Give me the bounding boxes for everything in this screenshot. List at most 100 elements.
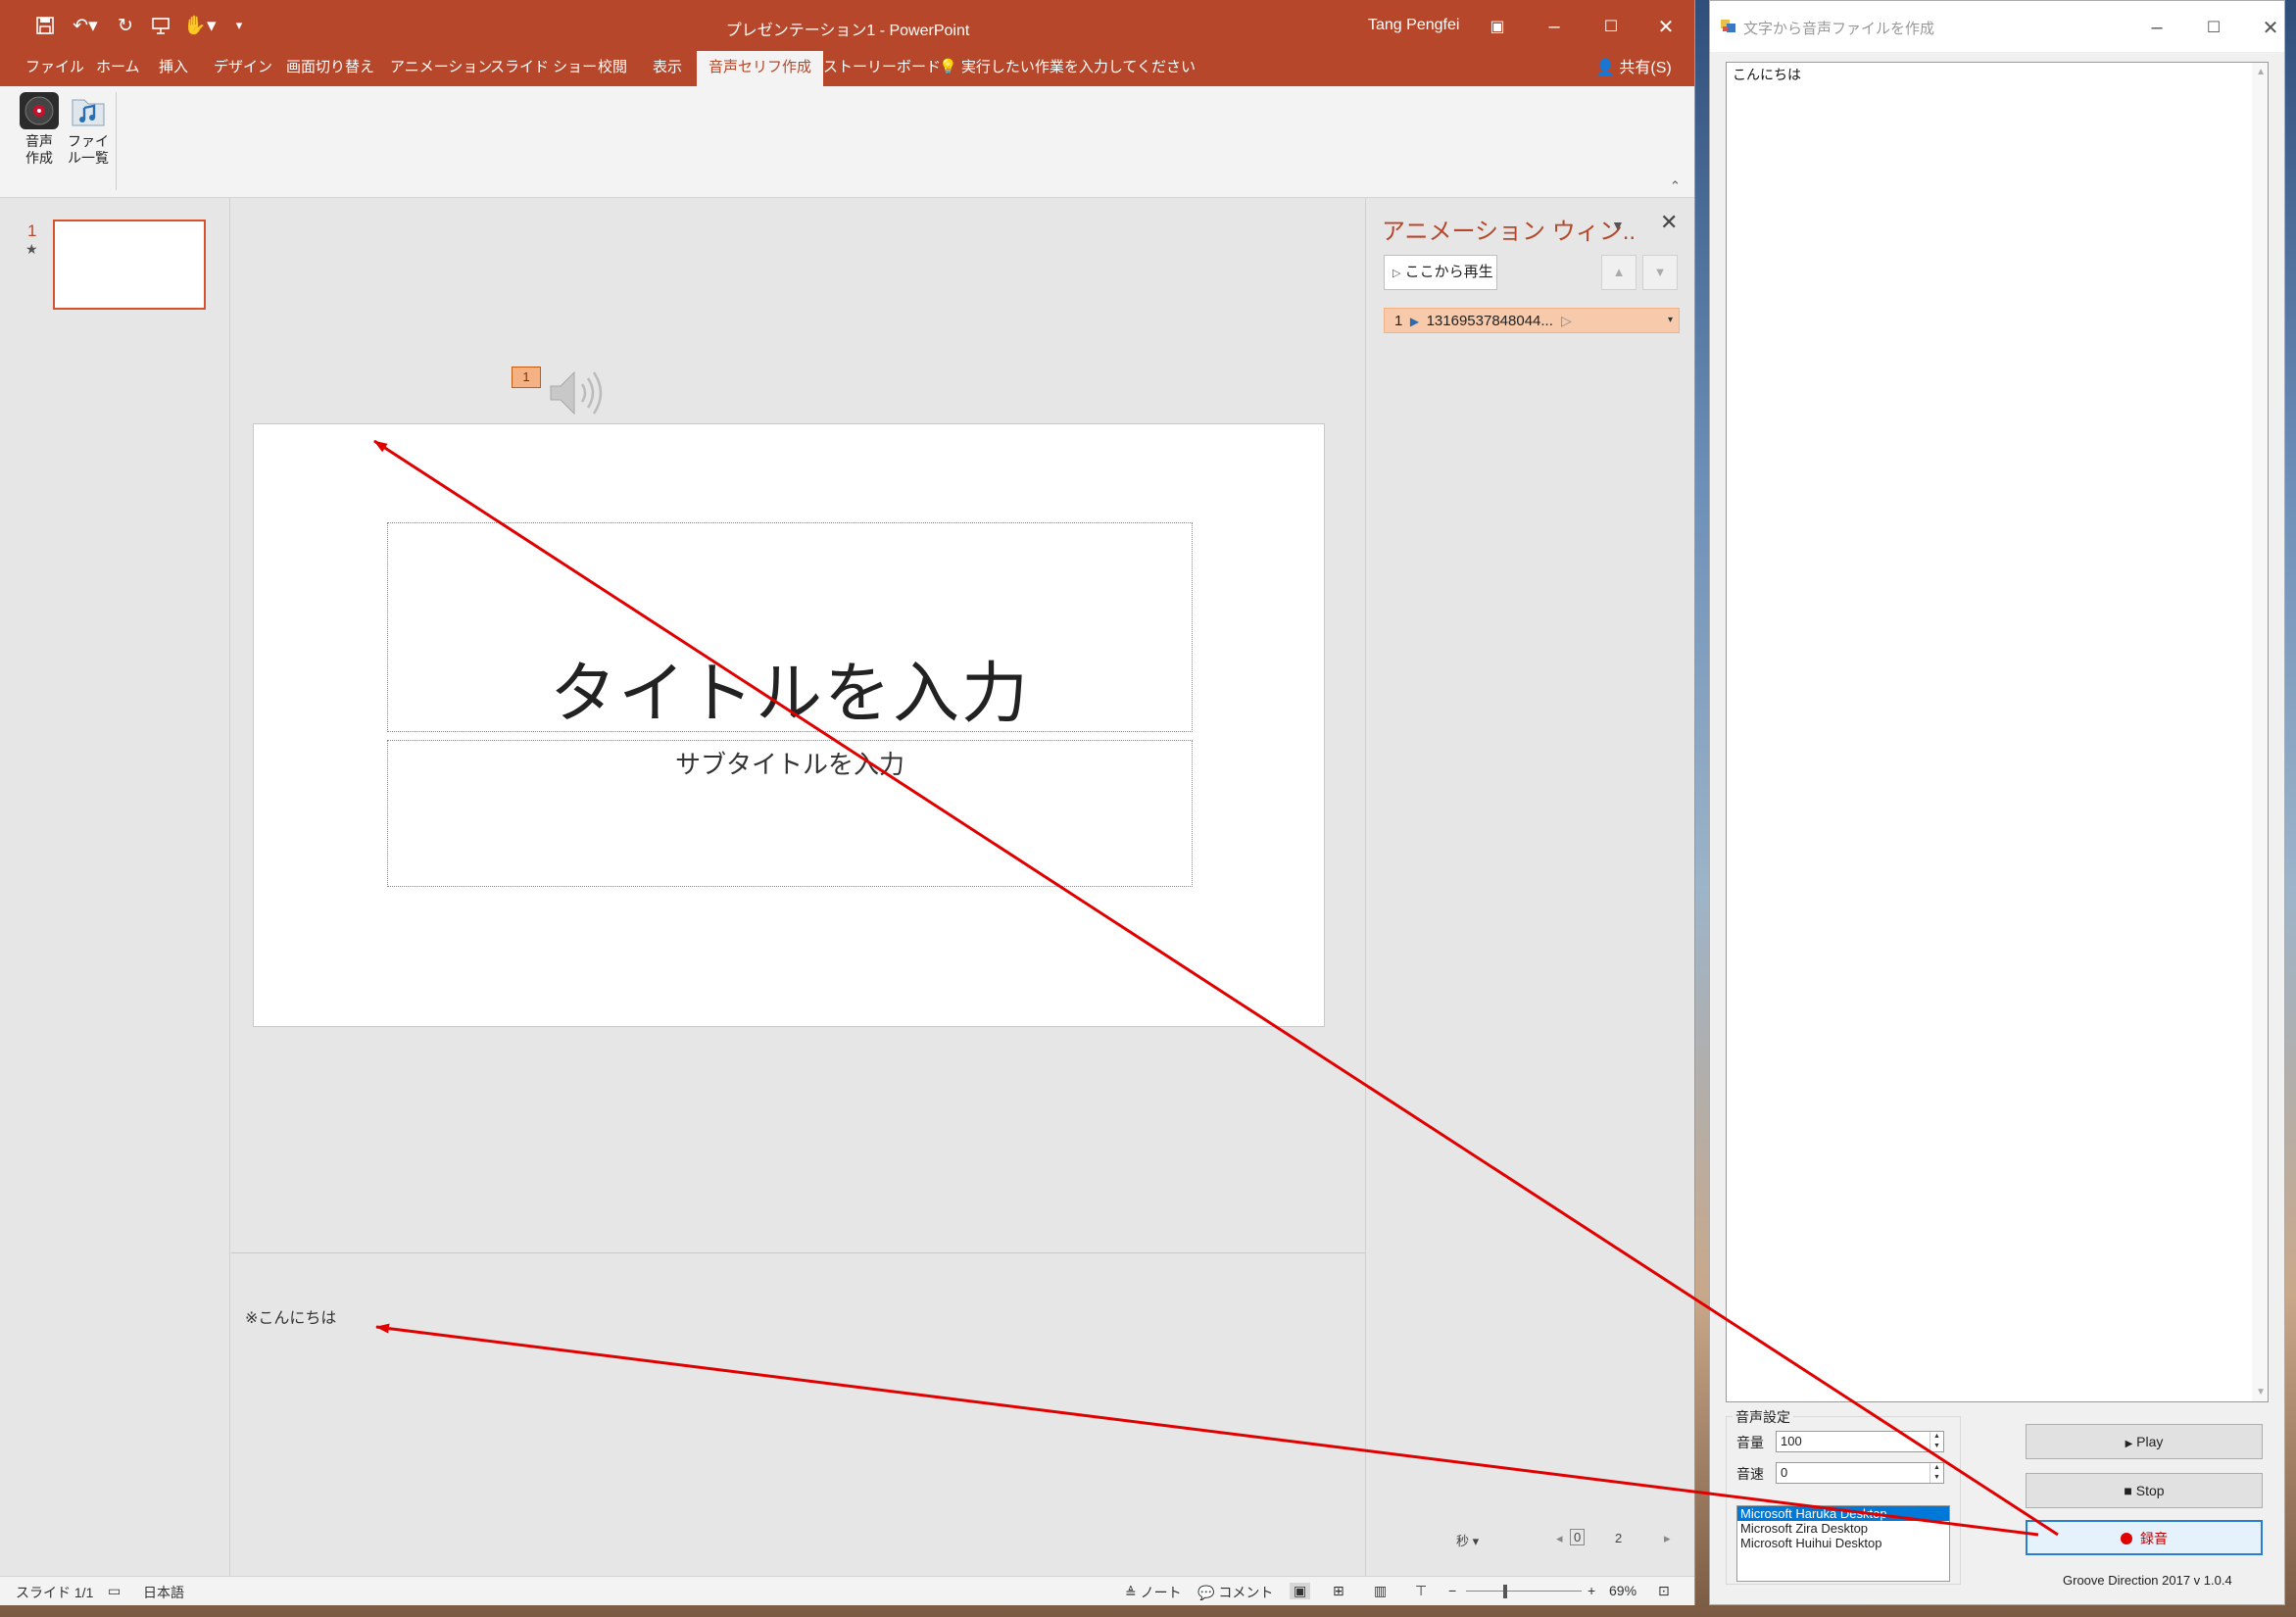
person-icon: 👤 <box>1595 60 1615 76</box>
language-indicator[interactable]: 日本語 <box>143 1583 184 1602</box>
minimize-button[interactable]: – <box>1535 10 1574 43</box>
tab-design[interactable]: デザイン <box>214 51 272 86</box>
tell-me-text: 実行したい作業を入力してください <box>960 59 1196 75</box>
play-button[interactable]: ▶ Play <box>2026 1424 2263 1459</box>
tab-voice-script[interactable]: 音声セリフ作成 <box>697 51 824 86</box>
normal-view-icon[interactable]: ▣ <box>1290 1583 1311 1599</box>
comment-icon: 💬 <box>1197 1585 1215 1600</box>
spellcheck-icon[interactable]: ▭ <box>108 1583 121 1599</box>
close-button[interactable]: ✕ <box>1646 10 1685 43</box>
slide-thumbnail[interactable] <box>53 220 206 310</box>
slide-edit-area: 1 タイトルを入力 サブタイトルを入力 <box>231 198 1365 1252</box>
user-name[interactable]: Tang Pengfei <box>1368 17 1459 34</box>
collapse-ribbon-icon[interactable]: ⌃ <box>1670 178 1681 194</box>
version-label: Groove Direction 2017 v 1.0.4 <box>2063 1573 2232 1588</box>
subtitle-placeholder-text: サブタイトルを入力 <box>674 750 904 779</box>
voice-listbox[interactable]: Microsoft Haruka Desktop Microsoft Zira … <box>1736 1505 1950 1582</box>
maximize-button[interactable]: ☐ <box>1591 10 1631 43</box>
tab-storyboard[interactable]: ストーリーボード <box>823 51 941 86</box>
tab-slideshow[interactable]: スライド ショー <box>490 51 597 86</box>
tab-transitions[interactable]: 画面切り替え <box>286 51 374 86</box>
tab-review[interactable]: 校閲 <box>598 51 627 86</box>
animation-item-name: 13169537848044... <box>1426 313 1553 329</box>
title-placeholder[interactable]: タイトルを入力 <box>387 522 1193 732</box>
timeline-start: 0 <box>1570 1529 1586 1545</box>
subtitle-placeholder[interactable]: サブタイトルを入力 <box>387 740 1193 887</box>
tts-window: 文字から音声ファイルを作成 – ☐ ✕ こんにちは ▲ ▼ 音声設定 音量 10… <box>1709 0 2285 1605</box>
play-label: Play <box>2136 1434 2164 1449</box>
title-placeholder-text: タイトルを入力 <box>549 657 1030 731</box>
record-button[interactable]: 録音 <box>2026 1520 2263 1555</box>
animation-pane-title: アニメーション ウィン.. <box>1382 219 1637 245</box>
notes-toggle[interactable]: ≜ ノート <box>1125 1583 1182 1602</box>
seconds-unit-dropdown[interactable]: 秒 ▾ <box>1456 1531 1479 1549</box>
tab-animations[interactable]: アニメーション <box>390 51 492 86</box>
tts-scrollbar[interactable]: ▲ ▼ <box>2252 63 2268 1401</box>
animation-star-icon: ★ <box>25 241 38 257</box>
zoom-slider-thumb[interactable] <box>1503 1585 1507 1598</box>
speed-stepper[interactable]: 0 ▲ ▼ <box>1776 1462 1944 1484</box>
animation-order-tag[interactable]: 1 <box>512 367 541 388</box>
comments-toggle-label: コメント <box>1218 1585 1274 1600</box>
speed-label: 音速 <box>1736 1466 1764 1482</box>
pane-close-icon[interactable]: ✕ <box>1660 210 1678 235</box>
play-icon: ▶ <box>2125 1439 2133 1449</box>
zoom-out-icon[interactable]: − <box>1448 1583 1456 1598</box>
tts-titlebar: 文字から音声ファイルを作成 – ☐ ✕ <box>1710 1 2284 52</box>
stepper-arrows-icon[interactable]: ▲ ▼ <box>1930 1463 1943 1483</box>
play-icon: ▷ <box>1392 268 1401 279</box>
volume-stepper[interactable]: 100 ▲ ▼ <box>1776 1431 1944 1452</box>
ribbon-display-options-icon[interactable]: ▣ <box>1478 10 1517 43</box>
tell-me-search[interactable]: 💡 実行したい作業を入力してください <box>939 51 1196 86</box>
scroll-right-icon[interactable]: ▸ <box>1664 1531 1671 1546</box>
voice-option[interactable]: Microsoft Haruka Desktop <box>1737 1506 1949 1521</box>
thumbnail-number: 1 <box>27 221 37 240</box>
comments-toggle[interactable]: 💬 コメント <box>1197 1583 1273 1602</box>
move-down-icon[interactable]: ▼ <box>1642 255 1678 290</box>
record-label: 録音 <box>2140 1531 2168 1546</box>
voice-create-button[interactable]: 音声 作成 <box>14 92 65 167</box>
music-folder-icon <box>72 99 105 126</box>
tts-text-input[interactable]: こんにちは ▲ ▼ <box>1726 62 2269 1402</box>
slideshow-view-icon[interactable]: ⊤ <box>1415 1583 1427 1599</box>
tab-insert[interactable]: 挿入 <box>159 51 188 86</box>
voice-option[interactable]: Microsoft Zira Desktop <box>1737 1521 1949 1536</box>
scroll-up-icon[interactable]: ▲ <box>2256 67 2266 77</box>
slide-canvas[interactable]: タイトルを入力 サブタイトルを入力 <box>253 423 1325 1027</box>
tab-home[interactable]: ホーム <box>96 51 140 86</box>
tab-file[interactable]: ファイル <box>25 51 84 86</box>
stepper-arrows-icon[interactable]: ▲ ▼ <box>1930 1432 1943 1451</box>
animation-pane: アニメーション ウィン.. ▼ ✕ ▷ ここから再生 ▲ ▼ 1 ▶ 13169… <box>1365 198 1694 1576</box>
tts-close-button[interactable]: ✕ <box>2251 11 2290 44</box>
slide-sorter-icon[interactable]: ⊞ <box>1333 1583 1344 1599</box>
scroll-down-icon[interactable]: ▼ <box>2256 1387 2266 1397</box>
file-list-button[interactable]: ファイ ル一覧 <box>63 92 114 167</box>
app-icon <box>1721 20 1735 32</box>
stop-label: Stop <box>2135 1483 2165 1498</box>
animation-item[interactable]: 1 ▶ 13169537848044... ▷ ▾ <box>1384 308 1680 333</box>
voice-option[interactable]: Microsoft Huihui Desktop <box>1737 1536 1949 1550</box>
fit-to-window-icon[interactable]: ⊡ <box>1658 1583 1670 1599</box>
zoom-level[interactable]: 69% <box>1609 1583 1637 1598</box>
zoom-slider[interactable] <box>1466 1591 1582 1592</box>
tts-text-content: こんにちは <box>1733 67 1801 82</box>
slide-counter: スライド 1/1 <box>16 1585 94 1600</box>
pane-options-icon[interactable]: ▼ <box>1611 218 1625 233</box>
voice-create-label: 音声 作成 <box>25 133 53 166</box>
speaker-icon[interactable] <box>545 363 606 423</box>
record-dot-icon <box>2121 1533 2132 1544</box>
notes-text: ※こんにちは <box>245 1310 337 1327</box>
tts-minimize-button[interactable]: – <box>2137 11 2176 44</box>
scroll-left-icon[interactable]: ◂ <box>1556 1531 1563 1546</box>
tts-maximize-button[interactable]: ☐ <box>2194 11 2233 44</box>
play-from-button[interactable]: ▷ ここから再生 <box>1384 255 1497 290</box>
item-dropdown-icon[interactable]: ▾ <box>1668 309 1673 332</box>
zoom-in-icon[interactable]: + <box>1588 1583 1595 1598</box>
share-button[interactable]: 👤 共有(S) <box>1595 51 1672 86</box>
notes-pane[interactable]: ※こんにちは <box>231 1252 1365 1576</box>
move-up-icon[interactable]: ▲ <box>1601 255 1637 290</box>
volume-label: 音量 <box>1736 1435 1764 1450</box>
reading-view-icon[interactable]: ▥ <box>1374 1583 1387 1599</box>
stop-button[interactable]: ■ Stop <box>2026 1473 2263 1508</box>
tab-view[interactable]: 表示 <box>653 51 682 86</box>
